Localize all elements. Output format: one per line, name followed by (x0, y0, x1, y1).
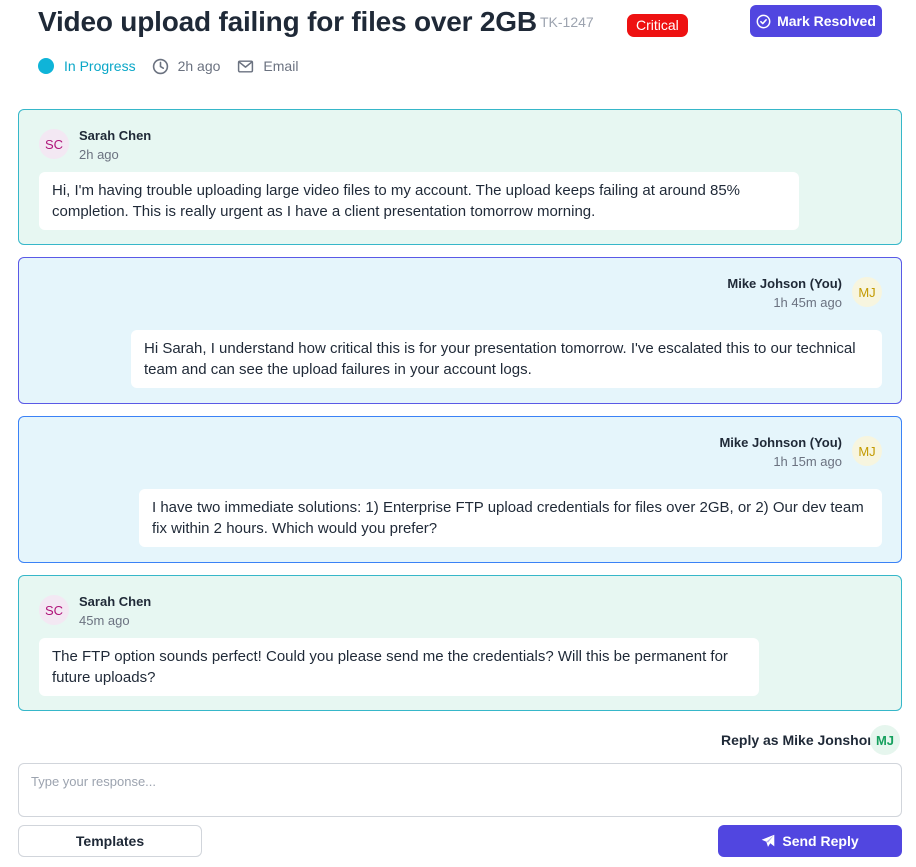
message-sender: Mike Johnson (You) (719, 435, 842, 450)
check-circle-icon (756, 14, 771, 28)
avatar: SC (39, 129, 69, 159)
message-time: 45m ago (79, 613, 130, 628)
ticket-meta: In Progress 2h ago Email (38, 55, 315, 77)
message-item: SC Sarah Chen 45m ago The FTP option sou… (18, 575, 902, 711)
templates-button[interactable]: Templates (18, 825, 202, 857)
mark-resolved-label: Mark Resolved (777, 13, 876, 29)
message-item: MJ Mike Johson (You) 1h 45m ago Hi Sarah… (18, 257, 902, 404)
message-time: 2h ago (79, 147, 119, 162)
message-sender: Sarah Chen (79, 594, 152, 609)
reply-as-label: Reply as Mike Jonshon (721, 732, 876, 748)
status-text: In Progress (64, 58, 136, 74)
message-bubble: The FTP option sounds perfect! Could you… (39, 638, 759, 696)
mark-resolved-button[interactable]: Mark Resolved (750, 5, 882, 37)
message-bubble: Hi Sarah, I understand how critical this… (131, 330, 882, 388)
ticket-title: Video upload failing for files over 2GB (38, 6, 537, 37)
send-reply-button[interactable]: Send Reply (718, 825, 902, 857)
priority-badge: Critical (627, 14, 688, 37)
ticket-age: 2h ago (177, 58, 221, 74)
message-item: MJ Mike Johnson (You) 1h 15m ago I have … (18, 416, 902, 563)
avatar: SC (39, 595, 69, 625)
send-icon (762, 834, 775, 847)
message-sender: Mike Johson (You) (727, 276, 842, 291)
message-item: SC Sarah Chen 2h ago Hi, I'm having trou… (18, 109, 902, 245)
avatar: MJ (852, 436, 882, 466)
message-bubble: I have two immediate solutions: 1) Enter… (139, 489, 882, 547)
message-sender: Sarah Chen (79, 128, 152, 143)
message-time: 1h 15m ago (773, 454, 842, 469)
avatar: MJ (852, 277, 882, 307)
clock-icon (152, 58, 168, 74)
message-time: 1h 45m ago (773, 295, 842, 310)
mail-icon (238, 59, 254, 73)
status-dot-icon (38, 58, 54, 74)
send-reply-label: Send Reply (782, 833, 859, 849)
response-input[interactable] (18, 763, 902, 817)
message-bubble: Hi, I'm having trouble uploading large v… (39, 172, 799, 230)
reply-avatar: MJ (870, 725, 900, 755)
ticket-id: TK-1247 (540, 14, 594, 30)
ticket-channel: Email (263, 58, 299, 74)
ticket-header: Video upload failing for files over 2GB … (38, 4, 898, 44)
